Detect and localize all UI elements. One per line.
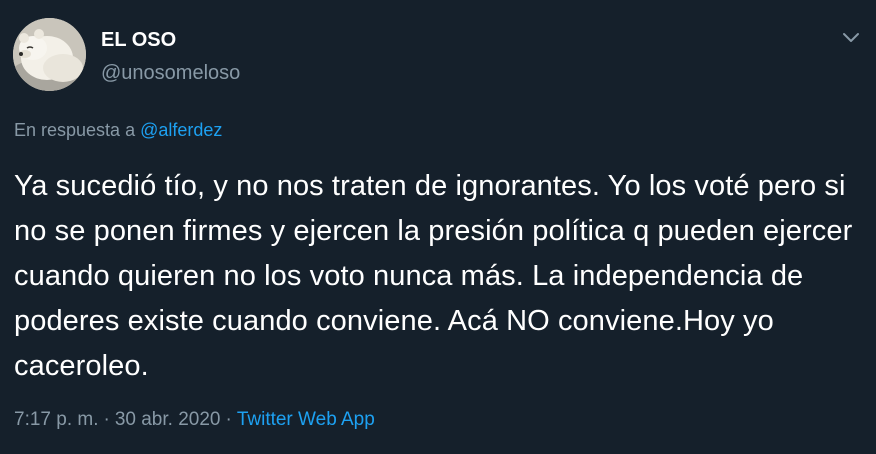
avatar[interactable] bbox=[13, 18, 86, 91]
polar-bear-avatar-icon bbox=[13, 18, 86, 91]
user-handle[interactable]: @unosomeloso bbox=[101, 61, 240, 85]
tweet-source-link[interactable]: Twitter Web App bbox=[237, 409, 375, 430]
meta-separator: · bbox=[103, 409, 110, 430]
chevron-down-icon[interactable] bbox=[840, 26, 862, 48]
reply-mention-link[interactable]: @alferdez bbox=[140, 120, 222, 140]
tweet-date[interactable]: 30 abr. 2020 bbox=[115, 409, 221, 430]
tweet-text: Ya sucedió tío, y no nos traten de ignor… bbox=[14, 170, 853, 382]
reply-prefix: En respuesta a bbox=[14, 120, 136, 140]
reply-context: En respuesta a @alferdez bbox=[14, 118, 222, 142]
tweet-meta: 7:17 p. m. · 30 abr. 2020 · Twitter Web App bbox=[14, 408, 375, 432]
meta-separator: · bbox=[225, 409, 232, 430]
author-block: EL OSO @unosomeloso bbox=[101, 28, 240, 85]
tweet-time[interactable]: 7:17 p. m. bbox=[14, 409, 99, 430]
display-name[interactable]: EL OSO bbox=[101, 28, 240, 52]
tweet-card: EL OSO @unosomeloso En respuesta a @alfe… bbox=[0, 0, 876, 454]
